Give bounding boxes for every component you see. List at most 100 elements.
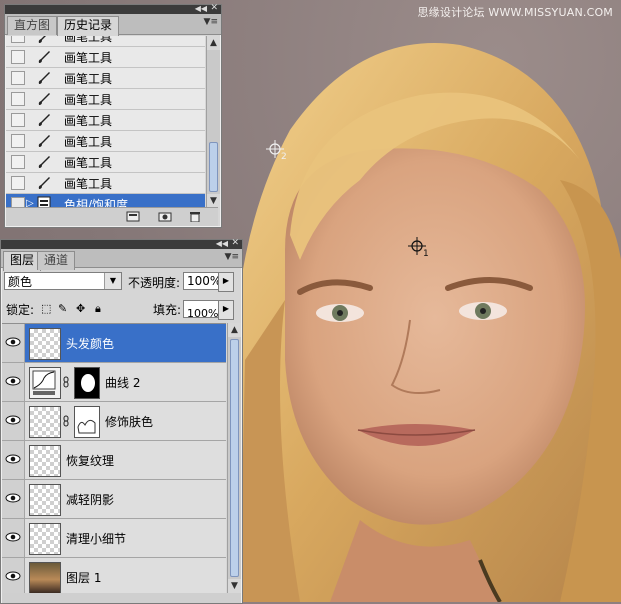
history-brush-source-checkbox[interactable] [11,71,25,85]
visibility-toggle[interactable] [2,441,25,479]
tab-channels[interactable]: 通道 [37,251,76,270]
opacity-slider-arrow-icon[interactable]: ▶ [218,272,234,292]
scroll-thumb[interactable] [230,339,239,577]
layer-row[interactable]: 恢复纹理 [2,441,226,480]
history-item[interactable]: 画笔工具 [6,36,205,47]
visibility-toggle[interactable] [2,480,25,518]
collapse-icon[interactable]: ◀◀ [216,239,228,248]
history-scrollbar[interactable]: ▲ ▼ [206,36,220,208]
layer-name[interactable]: 头发颜色 [66,335,114,352]
scroll-down-arrow-icon[interactable]: ▼ [207,194,220,208]
layer-thumbnail[interactable] [29,445,61,477]
layer-name[interactable]: 减轻阴影 [66,491,114,508]
fill-slider-arrow-icon[interactable]: ▶ [218,300,234,320]
layer-mask-thumbnail[interactable] [74,367,100,399]
trash-icon[interactable] [188,211,202,222]
blend-mode-select[interactable]: 颜色 ▼ [4,272,122,290]
lock-transparent-pixels-icon[interactable]: ⬚ [41,302,51,315]
layer-list: 头发颜色 曲线 2 修饰肤色 恢复纹理 减轻阴影 清理小细节 图层 1 [2,323,226,594]
visibility-toggle[interactable] [2,558,25,594]
history-item-label: 画笔工具 [64,156,113,170]
lock-image-pixels-icon[interactable]: ✎ [58,302,67,315]
link-icon[interactable] [63,415,69,427]
layers-scrollbar[interactable]: ▲ ▼ [227,323,241,593]
close-icon[interactable]: ✕ [231,238,239,248]
layer-thumbnail[interactable] [29,328,61,360]
mask-shape-icon [81,374,95,392]
history-brush-source-checkbox[interactable] [11,113,25,127]
layer-thumbnail[interactable] [29,406,61,438]
panel-menu-icon[interactable]: ▼≡ [225,252,239,262]
visibility-toggle[interactable] [2,402,25,440]
eye-icon [5,454,21,464]
curves-adjustment-thumbnail[interactable] [29,367,61,399]
history-brush-source-checkbox[interactable] [11,36,25,43]
tab-layers[interactable]: 图层 [3,251,42,271]
layer-row[interactable]: 图层 1 [2,558,226,594]
eye-icon [5,571,21,581]
history-item[interactable]: 画笔工具 [6,47,205,68]
layer-row-selected[interactable]: 头发颜色 [2,324,226,363]
history-brush-source-checkbox[interactable] [11,176,25,190]
brush-icon [38,93,50,105]
layer-name[interactable]: 修饰肤色 [105,413,153,430]
layer-thumbnail-photo[interactable] [29,562,61,594]
brush-icon [38,156,50,168]
visibility-toggle[interactable] [2,519,25,557]
brush-icon [38,51,50,63]
layer-name[interactable]: 图层 1 [66,569,101,586]
new-document-from-state-icon[interactable] [126,211,140,222]
layer-name[interactable]: 曲线 2 [105,374,140,391]
history-item[interactable]: 画笔工具 [6,110,205,131]
history-item[interactable]: 画笔工具 [6,89,205,110]
history-brush-source-checkbox[interactable] [11,155,25,169]
panel-menu-icon[interactable]: ▼≡ [204,17,218,27]
history-item[interactable]: 画笔工具 [6,152,205,173]
history-item-label: 画笔工具 [64,114,113,128]
history-item[interactable]: 画笔工具 [6,131,205,152]
visibility-toggle[interactable] [2,324,25,362]
close-icon[interactable]: ✕ [210,3,218,13]
lock-all-icon[interactable]: 🔒︎ [95,302,101,316]
snapshot-camera-icon[interactable] [158,211,172,222]
layer-row[interactable]: 修饰肤色 [2,402,226,441]
panel-title-bar[interactable]: ◀◀ ✕ [1,238,242,249]
opacity-value: 100% [187,274,222,288]
history-brush-source-checkbox[interactable] [11,92,25,106]
history-list: 画笔工具 画笔工具 画笔工具 画笔工具 画笔工具 画笔工具 画笔工具 画笔工具 … [6,36,205,208]
eye-icon [5,532,21,542]
scroll-up-arrow-icon[interactable]: ▲ [228,323,241,337]
collapse-icon[interactable]: ◀◀ [195,4,207,13]
history-item-selected[interactable]: ▷ 色相/饱和度 [6,194,205,208]
opacity-label: 不透明度: [128,276,181,290]
history-brush-source-checkbox[interactable] [11,50,25,64]
scroll-thumb[interactable] [209,142,218,192]
scroll-up-arrow-icon[interactable]: ▲ [207,36,220,50]
fill-value: 100% [187,307,219,320]
sampler-1-number: 1 [423,249,429,259]
layer-mask-thumbnail[interactable] [74,406,100,438]
scroll-down-arrow-icon[interactable]: ▼ [228,579,241,593]
visibility-toggle[interactable] [2,363,25,401]
fill-label: 填充: [153,303,182,317]
panel-title-bar[interactable]: ◀◀ ✕ [5,3,221,14]
history-item[interactable]: 画笔工具 [6,173,205,194]
layer-row[interactable]: 减轻阴影 [2,480,226,519]
lock-position-icon[interactable]: ✥ [76,302,85,315]
tab-histogram[interactable]: 直方图 [7,16,58,35]
layer-thumbnail[interactable] [29,523,61,555]
chevron-down-icon[interactable]: ▼ [104,273,121,289]
sampler-2-number: 2 [281,152,287,162]
layer-name[interactable]: 恢复纹理 [66,452,114,469]
layer-row[interactable]: 清理小细节 [2,519,226,558]
fill-field[interactable]: 100% ▶ [183,300,234,320]
layer-row[interactable]: 曲线 2 [2,363,226,402]
layer-thumbnail[interactable] [29,484,61,516]
layer-name[interactable]: 清理小细节 [66,530,126,547]
lock-label: 锁定: [6,303,35,317]
history-brush-source-checkbox[interactable] [11,134,25,148]
history-item[interactable]: 画笔工具 [6,68,205,89]
opacity-field[interactable]: 100% ▶ [183,272,234,292]
link-icon[interactable] [63,376,69,388]
tab-history[interactable]: 历史记录 [57,16,120,36]
